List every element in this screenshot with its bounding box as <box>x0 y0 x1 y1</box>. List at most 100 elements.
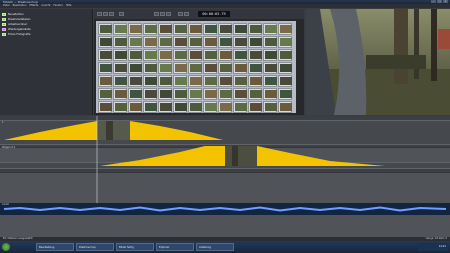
photo-thumbnail[interactable]: IMG_5659 <box>98 101 112 113</box>
menu-item-file[interactable]: Datei <box>3 4 10 8</box>
menu-item-window[interactable]: Fenster <box>53 4 62 8</box>
photo-thumbnail[interactable]: IMG_5659 <box>128 36 142 48</box>
photo-thumbnail[interactable]: IMG_5659 <box>233 23 247 35</box>
photo-thumbnail[interactable]: IMG_5659 <box>173 36 187 48</box>
photo-thumbnail[interactable]: IMG_5659 <box>248 23 262 35</box>
folder-item[interactable]: Diashowdateien <box>2 17 30 21</box>
photo-thumbnail[interactable]: IMG_5659 <box>158 88 172 100</box>
photo-thumbnail[interactable]: IMG_5659 <box>143 88 157 100</box>
photo-thumbnail[interactable]: IMG_5659 <box>263 88 277 100</box>
photo-thumbnail[interactable]: IMG_5659 <box>278 23 292 35</box>
photo-thumbnail[interactable]: IMG_5659 <box>248 62 262 74</box>
play-button[interactable] <box>160 12 165 16</box>
photo-thumbnail[interactable]: IMG_5659 <box>278 101 292 113</box>
photo-thumbnail[interactable]: IMG_5659 <box>218 101 232 113</box>
photo-thumbnail[interactable]: IMG_5659 <box>263 23 277 35</box>
photo-thumbnail[interactable]: IMG_5659 <box>98 62 112 74</box>
photo-thumbnail[interactable]: IMG_5659 <box>278 49 292 61</box>
stop-button[interactable] <box>154 12 159 16</box>
photo-thumbnail[interactable]: IMG_5659 <box>278 62 292 74</box>
photo-thumbnail[interactable]: IMG_5659 <box>128 75 142 87</box>
photo-thumbnail[interactable]: IMG_5659 <box>158 101 172 113</box>
photo-thumbnail[interactable]: IMG_5659 <box>173 23 187 35</box>
back-button[interactable] <box>97 12 102 16</box>
photo-thumbnail[interactable]: IMG_5659 <box>248 101 262 113</box>
photo-thumbnail[interactable]: IMG_5659 <box>113 36 127 48</box>
photo-thumbnail[interactable]: IMG_5659 <box>203 23 217 35</box>
photo-thumbnail[interactable]: IMG_5659 <box>248 75 262 87</box>
photo-thumbnail[interactable]: IMG_5659 <box>98 88 112 100</box>
photo-thumbnail[interactable]: IMG_5659 <box>188 88 202 100</box>
photo-thumbnail[interactable]: IMG_5659 <box>278 88 292 100</box>
photo-thumbnail[interactable]: IMG_5659 <box>218 23 232 35</box>
photo-thumbnail[interactable]: IMG_5659 <box>248 49 262 61</box>
photo-thumbnail[interactable]: IMG_5659 <box>263 62 277 74</box>
photo-thumbnail[interactable]: IMG_5659 <box>203 36 217 48</box>
taskbar-item[interactable]: Explorer <box>156 243 194 251</box>
photo-thumbnail[interactable]: IMG_5659 <box>263 75 277 87</box>
menu-item-view[interactable]: Ansicht <box>41 4 50 8</box>
photo-thumbnail[interactable]: IMG_5659 <box>158 36 172 48</box>
photo-thumbnail[interactable]: IMG_5659 <box>173 75 187 87</box>
photo-thumbnail[interactable]: IMG_5659 <box>98 23 112 35</box>
photo-thumbnail[interactable]: IMG_5659 <box>128 62 142 74</box>
minimize-button[interactable]: – <box>431 0 436 3</box>
photo-thumbnail[interactable]: IMG_5659 <box>188 101 202 113</box>
photo-thumbnail[interactable]: IMG_5659 <box>113 62 127 74</box>
photo-thumbnail[interactable]: IMG_5659 <box>263 36 277 48</box>
photo-thumbnail[interactable]: IMG_5659 <box>143 49 157 61</box>
photo-thumbnail[interactable]: IMG_5659 <box>233 75 247 87</box>
audio-track[interactable]: Audio <box>0 203 450 215</box>
photo-thumbnail[interactable]: IMG_5659 <box>218 62 232 74</box>
photo-thumbnail[interactable]: IMG_5659 <box>158 75 172 87</box>
photo-thumbnail[interactable]: IMG_5659 <box>98 36 112 48</box>
photo-thumbnail[interactable]: IMG_5659 <box>113 49 127 61</box>
zoom-out-button[interactable] <box>178 12 183 16</box>
photo-thumbnail[interactable]: IMG_5659 <box>188 23 202 35</box>
photo-thumbnail[interactable]: IMG_5659 <box>233 101 247 113</box>
photo-thumbnail[interactable]: IMG_5659 <box>173 101 187 113</box>
photo-thumbnail[interactable]: IMG_5659 <box>143 62 157 74</box>
maximize-button[interactable]: □ <box>437 0 442 3</box>
close-button[interactable]: × <box>443 0 448 3</box>
photo-thumbnail[interactable]: IMG_5659 <box>248 36 262 48</box>
taskbar-item[interactable]: Bearbeitung <box>36 243 74 251</box>
photo-thumbnail[interactable]: IMG_5659 <box>128 49 142 61</box>
forward-button[interactable] <box>103 12 108 16</box>
photo-thumbnail[interactable]: IMG_5659 <box>218 49 232 61</box>
zoom-in-button[interactable] <box>184 12 189 16</box>
photo-thumbnail[interactable]: IMG_5659 <box>158 23 172 35</box>
folder-item[interactable]: Fotos Fotografie <box>2 32 31 36</box>
photo-thumbnail[interactable]: IMG_5659 <box>203 49 217 61</box>
photo-thumbnail[interactable]: IMG_5659 <box>203 88 217 100</box>
photo-thumbnail[interactable]: IMG_5659 <box>233 36 247 48</box>
photo-thumbnail[interactable]: IMG_5659 <box>233 88 247 100</box>
photo-thumbnail[interactable]: IMG_5659 <box>218 75 232 87</box>
photo-thumbnail[interactable]: IMG_5659 <box>98 49 112 61</box>
photo-thumbnail[interactable]: IMG_5659 <box>113 88 127 100</box>
photo-thumbnail[interactable]: IMG_5659 <box>113 75 127 87</box>
photo-thumbnail[interactable]: IMG_5659 <box>188 49 202 61</box>
photo-thumbnail[interactable]: IMG_5659 <box>128 88 142 100</box>
photo-thumbnail[interactable]: IMG_5659 <box>203 62 217 74</box>
photo-thumbnail[interactable]: IMG_5659 <box>143 101 157 113</box>
photo-thumbnail[interactable]: IMG_5659 <box>143 75 157 87</box>
photo-thumbnail[interactable]: IMG_5659 <box>248 88 262 100</box>
photo-thumbnail[interactable]: IMG_5659 <box>203 101 217 113</box>
photo-thumbnail[interactable]: IMG_5659 <box>158 62 172 74</box>
photo-thumbnail[interactable]: IMG_5659 <box>188 36 202 48</box>
photo-thumbnail[interactable]: IMG_5659 <box>158 49 172 61</box>
photo-thumbnail[interactable]: IMG_5659 <box>233 62 247 74</box>
photo-thumbnail[interactable]: IMG_5659 <box>188 62 202 74</box>
menu-item-effects[interactable]: Effekte <box>29 4 38 8</box>
view-button[interactable] <box>119 12 124 16</box>
menu-item-help[interactable]: Hilfe <box>66 4 72 8</box>
start-button-icon[interactable] <box>2 243 10 251</box>
photo-thumbnail[interactable]: IMG_5659 <box>233 49 247 61</box>
photo-thumbnail[interactable]: IMG_5659 <box>173 49 187 61</box>
menu-item-edit[interactable]: Bearbeiten <box>13 4 27 8</box>
photo-thumbnail[interactable]: IMG_5659 <box>113 101 127 113</box>
folder-item[interactable]: Arbeitsordner <box>2 22 27 26</box>
photo-thumbnail[interactable]: IMG_5659 <box>143 23 157 35</box>
taskbar-item[interactable]: Diashow.mvp <box>76 243 114 251</box>
